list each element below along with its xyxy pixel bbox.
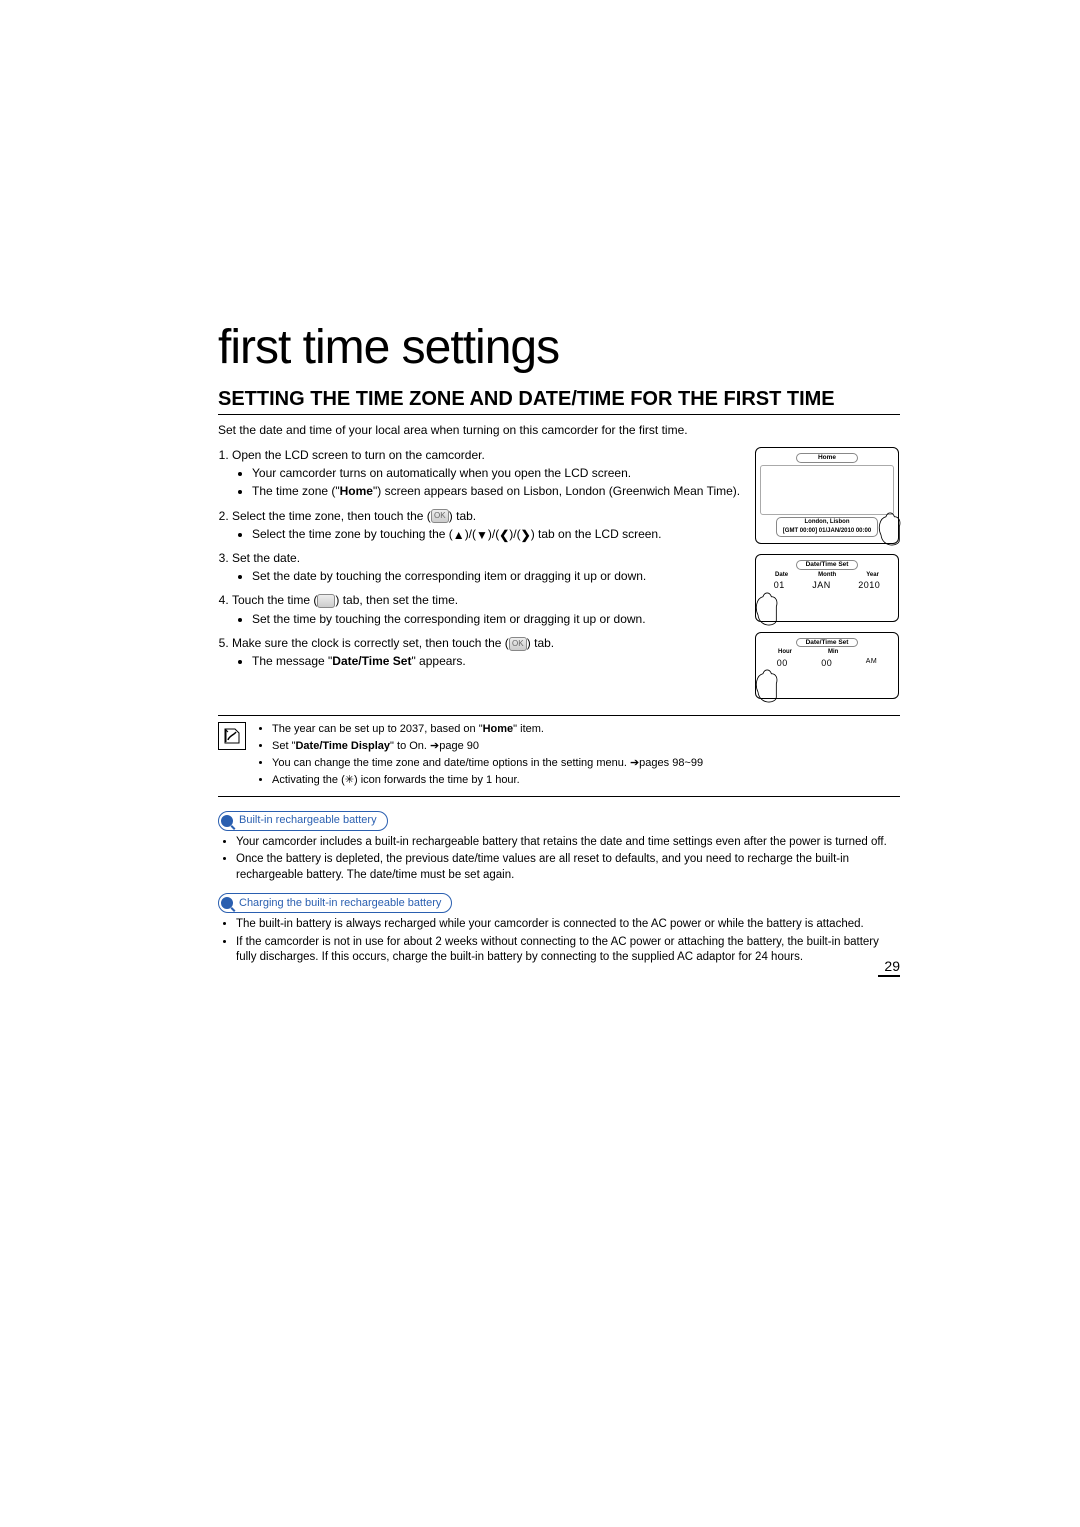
- step-1-text: Open the LCD screen to turn on the camco…: [232, 448, 485, 462]
- screen-home-title: Home: [796, 453, 858, 463]
- notes-block: The year can be set up to 2037, based on…: [218, 715, 900, 796]
- note-3: You can change the time zone and date/ti…: [272, 756, 703, 771]
- screens-column: Home London, Lisbon [GMT 00:00] 01/JAN/2…: [755, 447, 900, 699]
- chapter-title: first time settings: [218, 320, 900, 375]
- notes-list: The year can be set up to 2037, based on…: [254, 722, 703, 789]
- ref-arrow-icon: ➔: [430, 740, 439, 752]
- step-4-sub-a: Set the time by touching the correspondi…: [252, 611, 743, 627]
- screen-home-city: London, Lisbon [GMT 00:00] 01/JAN/2010 0…: [776, 517, 878, 537]
- screen-time: Date/Time Set Hour Min 00 00 AM: [755, 632, 900, 700]
- body-row: Open the LCD screen to turn on the camco…: [218, 447, 900, 699]
- callout-pill: Built-in rechargeable battery: [218, 811, 388, 831]
- callout-builtin-battery: Built-in rechargeable battery Your camco…: [218, 811, 900, 966]
- callout1-item-1: Your camcorder includes a built-in recha…: [236, 835, 900, 851]
- callout2-item-1: The built-in battery is always recharged…: [236, 917, 900, 933]
- magnifier-icon: [221, 897, 233, 909]
- callout-pill: Charging the built-in rechargeable batte…: [218, 893, 452, 913]
- up-arrow-icon: ▲: [453, 529, 465, 541]
- manual-page: first time settings SETTING THE TIME ZON…: [218, 320, 900, 976]
- ok-icon: OK: [431, 509, 449, 523]
- magnifier-icon: [221, 815, 233, 827]
- steps-column: Open the LCD screen to turn on the camco…: [218, 447, 743, 699]
- screen-date-title: Date/Time Set: [796, 560, 858, 570]
- screen-home: Home London, Lisbon [GMT 00:00] 01/JAN/2…: [755, 447, 900, 544]
- hand-pointer-icon: [874, 510, 908, 550]
- section-title: SETTING THE TIME ZONE AND DATE/TIME FOR …: [218, 387, 900, 415]
- step-4: Touch the time ( ) tab, then set the tim…: [232, 592, 743, 626]
- down-arrow-icon: ▼: [476, 529, 488, 541]
- step-3-sub-a: Set the date by touching the correspondi…: [252, 568, 743, 584]
- note-icon: [218, 722, 246, 750]
- page-number: 29: [878, 958, 900, 977]
- step-1: Open the LCD screen to turn on the camco…: [232, 447, 743, 500]
- step-2-sub-a: Select the time zone by touching the (▲)…: [252, 526, 743, 542]
- hand-pointer-icon: [751, 590, 785, 630]
- left-arrow-icon: ❮: [499, 529, 509, 541]
- step-5-sub-a: The message "Date/Time Set" appears.: [252, 653, 743, 669]
- note-1: The year can be set up to 2037, based on…: [272, 722, 703, 737]
- step-1-sub-b: The time zone ("Home") screen appears ba…: [252, 483, 743, 499]
- step-2: Select the time zone, then touch the (OK…: [232, 508, 743, 542]
- intro-paragraph: Set the date and time of your local area…: [218, 423, 900, 437]
- callout-pill-label: Built-in rechargeable battery: [239, 813, 377, 828]
- callout-pill-label: Charging the built-in rechargeable batte…: [239, 896, 441, 911]
- screen-date: Date/Time Set Date Month Year 01 JAN 201…: [755, 554, 900, 622]
- ref-arrow-icon: ➔: [630, 757, 639, 769]
- step-1-sub-a: Your camcorder turns on automatically wh…: [252, 465, 743, 481]
- callout1-item-2: Once the battery is depleted, the previo…: [236, 852, 900, 883]
- hand-pointer-icon: [751, 667, 785, 707]
- callout2-item-2: If the camcorder is not in use for about…: [236, 935, 900, 966]
- screen-time-title: Date/Time Set: [796, 638, 858, 648]
- step-3: Set the date. Set the date by touching t…: [232, 550, 743, 584]
- ok-icon: OK: [509, 637, 527, 651]
- note-4: Activating the (✳) icon forwards the tim…: [272, 773, 703, 788]
- step-5: Make sure the clock is correctly set, th…: [232, 635, 743, 669]
- right-arrow-icon: ❯: [521, 529, 531, 541]
- steps-list: Open the LCD screen to turn on the camco…: [218, 447, 743, 669]
- time-tab-icon: [317, 594, 335, 608]
- note-2: Set "Date/Time Display" to On. ➔page 90: [272, 739, 703, 754]
